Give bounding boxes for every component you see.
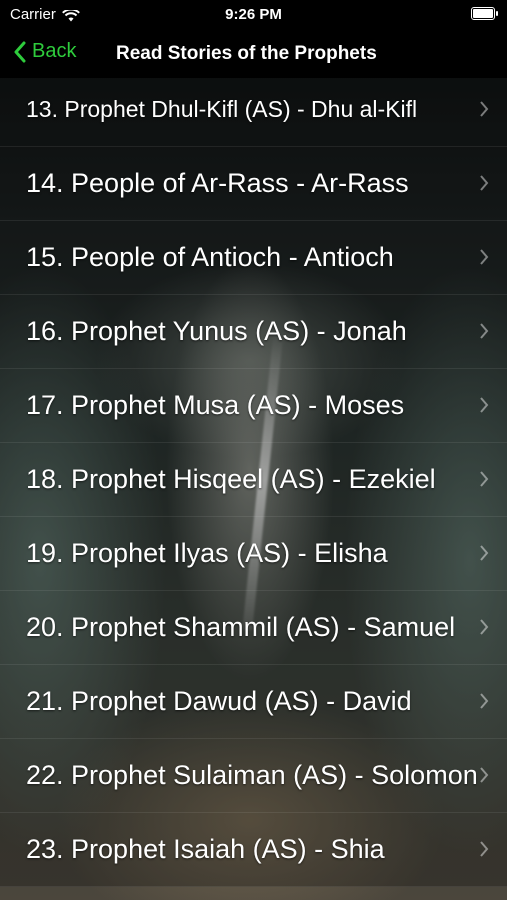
chevron-right-icon [480, 397, 489, 413]
list-item-label: 21. Prophet Dawud (AS) - David [26, 686, 412, 716]
chevron-right-icon [480, 619, 489, 635]
status-time: 9:26 PM [225, 6, 282, 23]
chevron-right-icon [480, 693, 489, 709]
status-bar: Carrier 9:26 PM [0, 0, 507, 30]
list-item-label: 18. Prophet Hisqeel (AS) - Ezekiel [26, 464, 436, 494]
list-item-label: 16. Prophet Yunus (AS) - Jonah [26, 316, 407, 346]
page-title: Read Stories of the Prophets [116, 43, 377, 64]
stories-list: 13. Prophet Dhul-Kifl (AS) - Dhu al-Kifl… [0, 73, 507, 887]
list-item[interactable]: 17. Prophet Musa (AS) - Moses [0, 369, 507, 443]
chevron-right-icon [480, 101, 489, 117]
chevron-right-icon [480, 545, 489, 561]
list-item[interactable]: 16. Prophet Yunus (AS) - Jonah [0, 295, 507, 369]
chevron-right-icon [480, 471, 489, 487]
list-item-label: 20. Prophet Shammil (AS) - Samuel [26, 612, 456, 642]
list-item[interactable]: 22. Prophet Sulaiman (AS) - Solomon [0, 739, 507, 813]
list-item-label: 15. People of Antioch - Antioch [26, 242, 394, 272]
list-item[interactable]: 18. Prophet Hisqeel (AS) - Ezekiel [0, 443, 507, 517]
battery-icon [471, 7, 498, 20]
chevron-right-icon [480, 249, 489, 265]
chevron-left-icon [14, 41, 26, 62]
list-item-label: 14. People of Ar-Rass - Ar-Rass [26, 168, 409, 198]
chevron-right-icon [480, 323, 489, 339]
list-item-label: 17. Prophet Musa (AS) - Moses [26, 390, 405, 420]
navigation-bar: Back Read Stories of the Prophets [0, 30, 507, 78]
list-item-label: 22. Prophet Sulaiman (AS) - Solomon [26, 760, 478, 790]
list-item[interactable]: 15. People of Antioch - Antioch [0, 221, 507, 295]
list-item-label: 19. Prophet Ilyas (AS) - Elisha [26, 538, 388, 568]
list-item[interactable]: 19. Prophet Ilyas (AS) - Elisha [0, 517, 507, 591]
list-item[interactable]: 14. People of Ar-Rass - Ar-Rass [0, 147, 507, 221]
list-item[interactable]: 21. Prophet Dawud (AS) - David [0, 665, 507, 739]
chevron-right-icon [480, 175, 489, 191]
list-item[interactable]: 13. Prophet Dhul-Kifl (AS) - Dhu al-Kifl [0, 73, 507, 147]
back-label: Back [32, 40, 77, 62]
list-item[interactable]: 23. Prophet Isaiah (AS) - Shia [0, 813, 507, 887]
list-item-label: 23. Prophet Isaiah (AS) - Shia [26, 834, 385, 864]
back-button[interactable]: Back [14, 40, 76, 63]
list-item[interactable]: 20. Prophet Shammil (AS) - Samuel [0, 591, 507, 665]
chevron-right-icon [480, 841, 489, 857]
chevron-right-icon [480, 767, 489, 783]
list-item-label: 13. Prophet Dhul-Kifl (AS) - Dhu al-Kifl [26, 96, 418, 122]
